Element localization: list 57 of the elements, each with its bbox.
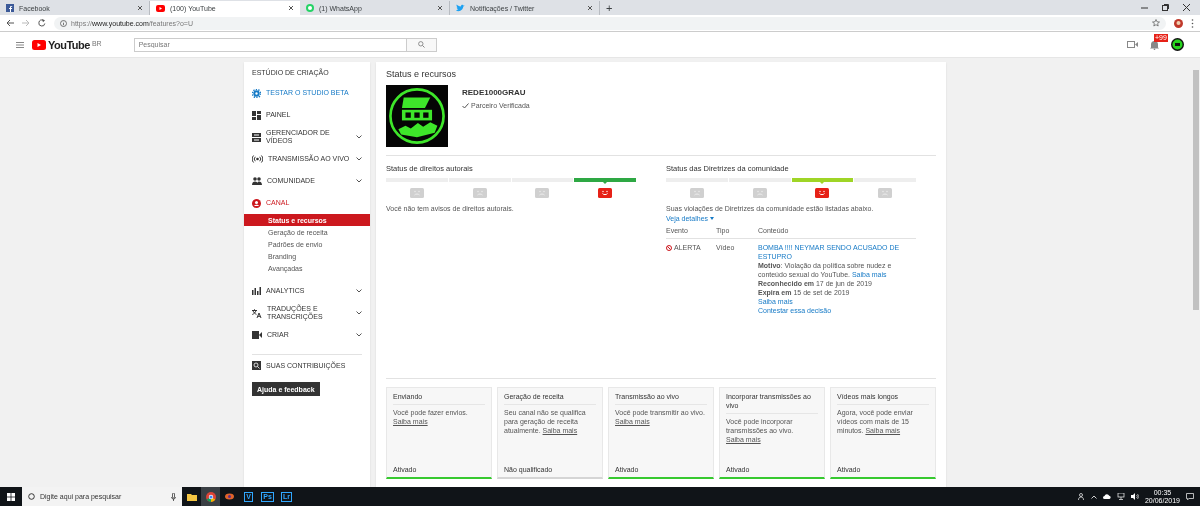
restore-icon[interactable] xyxy=(1162,4,1169,11)
people-icon xyxy=(252,177,262,185)
microphone-icon[interactable] xyxy=(171,492,176,501)
gear-icon xyxy=(252,88,261,98)
folder-icon xyxy=(186,492,197,501)
caret-icon xyxy=(710,217,715,220)
chevron-up-icon[interactable] xyxy=(1090,494,1097,499)
cloud-icon[interactable] xyxy=(1102,494,1111,499)
search-icon xyxy=(417,41,425,48)
browser-logo-icon xyxy=(205,491,216,502)
channel-name: REDE1000GRAU xyxy=(462,88,527,97)
chat-bubble-icon xyxy=(306,4,314,12)
minimize-icon[interactable] xyxy=(1141,4,1148,11)
taskbar-app-button[interactable] xyxy=(201,487,220,506)
prohibited-icon xyxy=(666,244,672,251)
video-camera-icon xyxy=(252,331,262,339)
bar-chart-icon xyxy=(252,287,261,295)
close-icon[interactable] xyxy=(137,5,143,11)
new-tab-button[interactable]: + xyxy=(600,1,619,15)
windows-icon xyxy=(7,492,15,501)
info-icon xyxy=(60,19,67,27)
logo-text[interactable]: YouTube xyxy=(48,38,90,51)
chevron-down-icon[interactable] xyxy=(356,333,362,337)
chevron-down-icon[interactable] xyxy=(356,311,362,315)
play-icon xyxy=(156,4,165,12)
notification-center-icon[interactable] xyxy=(1186,493,1194,500)
chevron-down-icon[interactable] xyxy=(356,157,362,161)
avatar[interactable] xyxy=(1171,38,1184,51)
translate-icon xyxy=(252,308,262,318)
reload-icon[interactable] xyxy=(38,19,46,27)
video-camera-icon[interactable] xyxy=(1127,41,1138,48)
speaker-icon[interactable] xyxy=(1130,493,1139,500)
page-title: Status e recursos xyxy=(386,69,458,79)
chevron-down-icon[interactable] xyxy=(356,179,362,183)
bird-icon xyxy=(456,4,465,12)
menu-icon[interactable] xyxy=(16,41,24,48)
back-arrow-icon[interactable] xyxy=(6,19,14,27)
close-icon[interactable] xyxy=(437,5,443,11)
close-icon[interactable] xyxy=(288,5,294,11)
network-icon[interactable] xyxy=(1116,493,1125,500)
close-icon[interactable] xyxy=(587,5,593,11)
dashboard-icon xyxy=(252,110,261,120)
account-circle-icon xyxy=(252,198,261,208)
star-icon[interactable] xyxy=(1152,19,1160,27)
menu-icon[interactable] xyxy=(1191,18,1194,28)
video-list-icon xyxy=(252,132,261,142)
close-icon[interactable] xyxy=(1183,4,1190,11)
youtube-logo-icon xyxy=(32,39,46,50)
chevron-down-icon[interactable] xyxy=(356,289,362,293)
chevron-down-icon[interactable] xyxy=(356,135,362,139)
checkmark-icon xyxy=(462,102,469,109)
person-icon[interactable] xyxy=(1077,493,1085,500)
circle-icon xyxy=(28,493,35,500)
facebook-icon xyxy=(6,4,14,12)
broadcast-icon xyxy=(252,155,263,163)
bell-icon[interactable] xyxy=(1150,39,1159,50)
app-icon xyxy=(225,493,234,500)
